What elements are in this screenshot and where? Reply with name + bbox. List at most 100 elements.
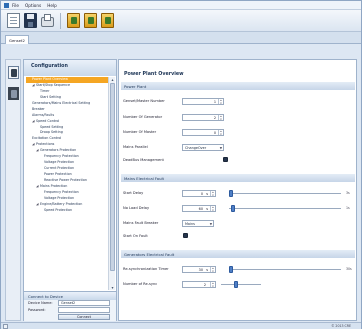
slider-thumb[interactable] — [233, 281, 238, 288]
configuration-title: Configuration — [24, 60, 116, 76]
stepper-arrows-icon[interactable]: ▴ ▾ — [210, 191, 215, 196]
stepper-arrows-icon[interactable]: ▴ ▾ — [218, 130, 223, 135]
menu-help[interactable]: Help — [47, 3, 57, 8]
tree-item-label: Reactive Power Protection — [44, 177, 87, 182]
resync-timer-max-label: 30s — [346, 267, 352, 271]
new-document-icon[interactable] — [7, 13, 20, 28]
tree-item-label: Engine/Battery Protection — [40, 201, 83, 206]
no-load-delay-stepper[interactable]: 60 s ▴ ▾ — [182, 205, 216, 212]
tree-item-label: Excitation Control — [32, 136, 62, 141]
deadbus-label: DeadBus Management — [123, 158, 164, 162]
genset-compare-icon[interactable] — [101, 13, 114, 28]
app-window: File Options Help Genset2 Configuration … — [0, 0, 362, 329]
configuration-mode-button[interactable] — [8, 66, 19, 79]
resync-timer-unit: s — [206, 268, 208, 272]
mains-fault-breaker-label: Mains Fault Breaker — [123, 221, 159, 225]
tree-item-label: Generators/Mains Electrical Setting — [32, 100, 91, 105]
tree-item-label: Power Plant Overview — [32, 77, 68, 81]
stepper-arrows-icon[interactable]: ▴ ▾ — [218, 115, 223, 120]
deadbus-checkbox[interactable] — [223, 157, 228, 162]
resync-timer-stepper[interactable]: 30 s ▴ ▾ — [182, 266, 216, 273]
mode-strip — [5, 59, 21, 321]
stepper-arrows-icon[interactable]: ▴ ▾ — [218, 99, 223, 104]
tree-item-label: Protections — [36, 142, 55, 147]
tree-item[interactable]: Speed Protection — [26, 208, 108, 214]
slider-track — [229, 269, 341, 270]
mains-fault-header: Mains Electrical Fault — [121, 174, 355, 182]
genset-number-label: Genset/Master Number — [123, 99, 165, 103]
tree-item-label: Current Protection — [44, 166, 75, 171]
num-generator-label: Number Of Generator — [123, 115, 163, 119]
device-name-input[interactable]: Genset2 — [58, 300, 110, 306]
connect-button[interactable]: Connect — [58, 314, 110, 320]
resync-timer-value: 30 — [198, 268, 203, 272]
tree-item-label: Frequency Protection — [44, 189, 79, 194]
menu-bar: File Options Help — [1, 1, 361, 10]
tree-scrollbar[interactable]: ▴ ▾ — [108, 77, 115, 290]
page-title: Power Plant Overview — [124, 72, 184, 77]
device-name-label: Device Name: — [28, 301, 53, 305]
num-master-stepper[interactable]: 0 ▴ ▾ — [182, 129, 224, 136]
start-on-fault-label: Start On Fault — [123, 234, 148, 238]
genset-number-stepper[interactable]: 1 ▴ ▾ — [182, 98, 224, 105]
genset-write-icon[interactable] — [84, 13, 97, 28]
password-input[interactable] — [58, 307, 110, 313]
power-plant-header: Power Plant — [121, 82, 355, 90]
mains-fault-breaker-select[interactable]: Mains ▼ — [182, 220, 214, 227]
stepper-arrows-icon[interactable]: ▴ ▾ — [210, 267, 215, 272]
toolbar-separator — [60, 12, 61, 29]
resync-count-slider[interactable] — [221, 281, 261, 288]
tree-item-label: Voltage Protection — [44, 195, 75, 200]
tree-item-label: Start Setting — [40, 94, 61, 99]
menu-options[interactable]: Options — [25, 3, 41, 8]
configuration-tree: Power Plant Overview ◢Start/Stop Sequence… — [26, 77, 108, 290]
mains-parallel-select[interactable]: ChangeOver ▼ — [182, 144, 224, 151]
scroll-thumb[interactable] — [110, 83, 115, 271]
tree-item-label: Speed Control — [36, 118, 60, 123]
tab-genset2[interactable]: Genset2 — [5, 35, 29, 44]
mains-parallel-value: ChangeOver — [185, 146, 207, 150]
no-load-delay-max-label: 1s — [346, 206, 350, 210]
resync-count-stepper[interactable]: 2 ▴ ▾ — [182, 281, 216, 288]
configuration-panel: Configuration Power Plant Overview ◢Start… — [23, 59, 117, 321]
slider-thumb[interactable] — [229, 190, 233, 197]
scroll-down-icon[interactable]: ▾ — [110, 285, 115, 290]
tree-item-label: Voltage Protection — [44, 160, 75, 165]
slider-thumb[interactable] — [229, 266, 233, 273]
mains-fault-breaker-value: Mains — [185, 222, 195, 226]
tree-item-label: Droop Setting — [40, 130, 63, 135]
num-generator-stepper[interactable]: 2 ▴ ▾ — [182, 114, 224, 121]
menu-file[interactable]: File — [12, 3, 19, 8]
tree-item-label: Frequency Protection — [44, 154, 79, 159]
stepper-arrows-icon[interactable]: ▴ ▾ — [210, 282, 215, 287]
save-icon[interactable] — [24, 13, 37, 28]
print-icon[interactable] — [41, 14, 54, 27]
start-delay-stepper[interactable]: 0 s ▴ ▾ — [182, 190, 216, 197]
tree-item-label: Speed Protection — [44, 207, 73, 212]
main-panel: Power Plant Overview Power Plant Genset/… — [118, 59, 357, 321]
start-on-fault-checkbox[interactable] — [183, 233, 188, 238]
resync-timer-label: Re-synchronization Timer — [123, 267, 169, 271]
document-tabs: Genset2 — [1, 32, 361, 44]
no-load-delay-slider[interactable] — [229, 205, 341, 212]
resync-timer-slider[interactable] — [229, 266, 341, 273]
tree-item-label: Start/Stop Sequence — [36, 82, 70, 87]
stepper-arrows-icon[interactable]: ▴ ▾ — [210, 206, 215, 211]
slider-thumb[interactable] — [231, 205, 236, 212]
monitoring-mode-button[interactable] — [8, 87, 19, 100]
chevron-down-icon[interactable]: ▼ — [210, 222, 212, 226]
start-delay-value: 0 — [200, 192, 203, 196]
no-load-delay-label: No Load Delay — [123, 206, 150, 210]
start-delay-max-label: 3s — [346, 191, 350, 195]
monitor-icon — [11, 90, 17, 98]
genset-read-icon[interactable] — [67, 13, 80, 28]
chevron-down-icon[interactable]: ▼ — [220, 146, 222, 150]
start-delay-slider[interactable] — [229, 190, 341, 197]
num-generator-value: 2 — [213, 116, 216, 120]
status-bar: © 2013 CRE — [1, 322, 361, 329]
resync-count-label: Number of Re-sync — [123, 282, 158, 286]
slider-track — [229, 193, 341, 194]
tree-item-label: Alarms/Faults — [32, 112, 55, 117]
scroll-up-icon[interactable]: ▴ — [110, 77, 115, 82]
config-device-icon — [11, 69, 17, 77]
